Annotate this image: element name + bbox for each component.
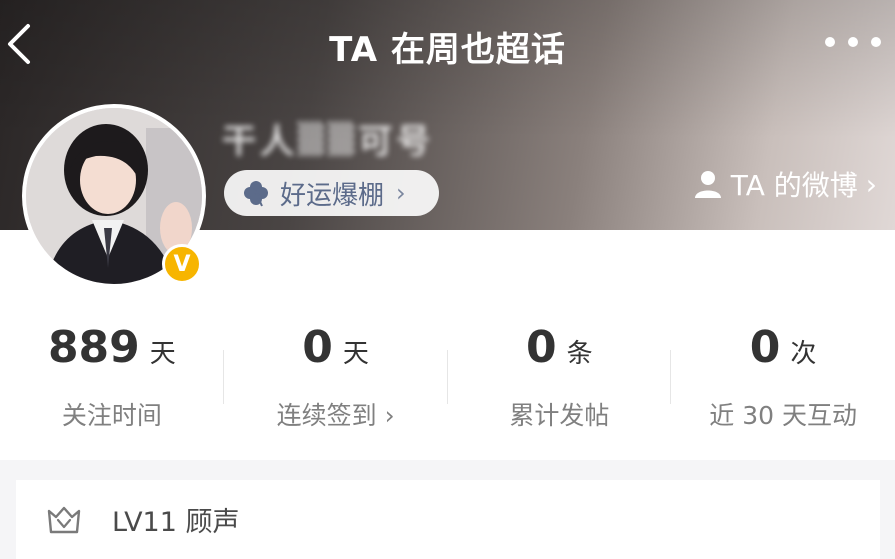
level-crown-icon xyxy=(47,506,81,533)
stat-label: 近 30 天互动 xyxy=(709,401,857,430)
more-button[interactable] xyxy=(825,28,881,56)
stat-follow-time: 889 天 关注时间 xyxy=(0,322,224,442)
stat-unit: 天 xyxy=(342,339,369,369)
stat-unit: 天 xyxy=(149,339,176,369)
stat-label: 累计发帖 xyxy=(509,401,610,430)
weibo-link-label: TA 的微博 xyxy=(730,169,858,202)
level-row[interactable]: LV11 顾声 xyxy=(16,480,880,559)
stat-total-posts: 0 条 累计发帖 xyxy=(448,322,672,442)
clover-icon xyxy=(244,181,268,207)
stats-row: 889 天 关注时间 0 天 连续签到 › 0 条 累计发帖 0 次 近 30 … xyxy=(0,322,895,442)
ta-weibo-link[interactable]: TA 的微博 › xyxy=(693,164,877,204)
level-text: LV11 顾声 xyxy=(112,507,240,538)
stat-unit: 次 xyxy=(790,339,817,369)
verified-v-icon: V xyxy=(162,244,202,284)
page-title: TA 在周也超话 xyxy=(329,30,566,70)
stat-interactions-30d: 0 次 近 30 天互动 xyxy=(671,322,895,442)
stat-value: 0 xyxy=(526,322,557,373)
stat-value: 0 xyxy=(302,322,333,373)
chevron-right-icon: › xyxy=(865,167,877,201)
username: 干人▒▒可号 xyxy=(222,122,432,156)
more-icon xyxy=(825,37,835,47)
person-icon xyxy=(694,171,721,198)
stat-checkin-streak[interactable]: 0 天 连续签到 › xyxy=(224,322,448,442)
stat-label: 连续签到 › xyxy=(276,401,395,430)
stat-value: 0 xyxy=(749,322,781,373)
luck-badge[interactable]: 好运爆棚 › xyxy=(224,170,439,216)
stat-unit: 条 xyxy=(566,339,593,369)
stat-value: 889 xyxy=(47,322,140,373)
chevron-right-icon: › xyxy=(396,179,406,207)
badge-label: 好运爆棚 xyxy=(280,180,385,211)
stat-label: 关注时间 xyxy=(61,401,162,430)
